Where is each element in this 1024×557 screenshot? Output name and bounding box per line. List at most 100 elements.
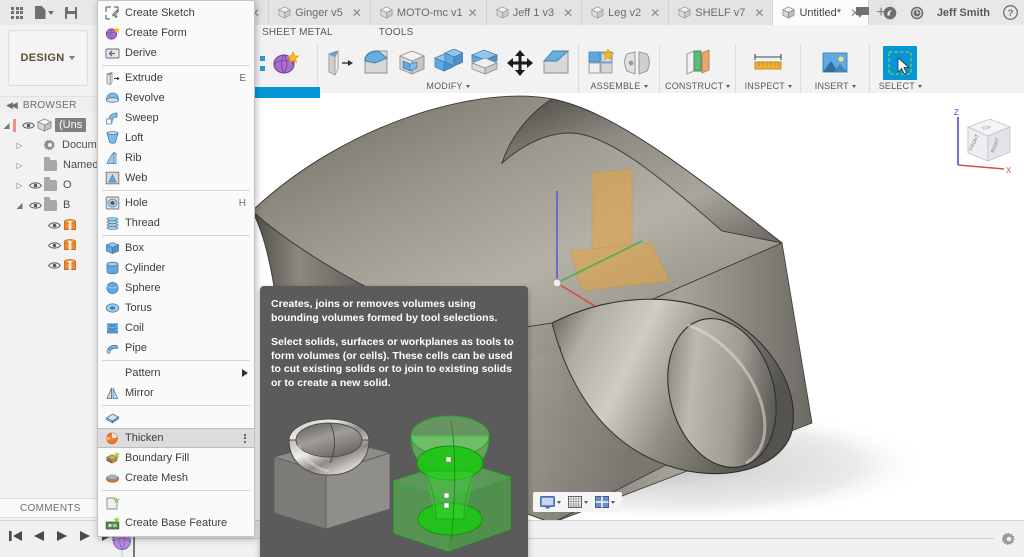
close-icon[interactable]: ✕ [650, 7, 660, 19]
step-forward-button[interactable] [78, 529, 92, 543]
timeline-settings-button[interactable] [1002, 532, 1016, 549]
view-cube[interactable]: Z X TOP FRONT RIGHT [946, 103, 1016, 177]
offset-face-button[interactable] [467, 46, 501, 80]
ribbon-tab-strip[interactable]: SHEET METAL TOOLS [250, 26, 425, 43]
panel-select-label[interactable]: SELECT [879, 81, 922, 91]
combine-button[interactable] [431, 46, 465, 80]
comment-icon[interactable] [855, 6, 870, 19]
quick-access-toolbar[interactable] [0, 0, 82, 25]
menu-item-cylinder[interactable]: Cylinder [98, 258, 254, 278]
expander-closed-icon[interactable]: ▷ [13, 141, 26, 150]
chamfer-button[interactable] [539, 46, 573, 80]
close-icon[interactable]: ✕ [352, 7, 362, 19]
menu-item-pattern[interactable]: Pattern [98, 363, 254, 383]
select-tool-button[interactable] [883, 46, 917, 80]
create-form-button[interactable] [268, 46, 302, 80]
menu-item-create-mesh[interactable]: Boundary Fill [98, 448, 254, 468]
document-tab-moto[interactable]: MOTO-mc v1 ✕ [371, 0, 487, 25]
press-pull-button[interactable] [323, 46, 357, 80]
panel-assemble-label[interactable]: ASSEMBLE [590, 81, 647, 91]
folder-icon [44, 160, 57, 171]
file-menu-button[interactable] [30, 2, 58, 24]
panel-construct-label[interactable]: CONSTRUCT [665, 81, 730, 91]
menu-item-create-mesh-section-sketch[interactable]: Create Mesh [98, 468, 254, 488]
menu-item-web[interactable]: Web [98, 168, 254, 188]
menu-item-box[interactable]: Box [98, 238, 254, 258]
construct-plane-button[interactable] [681, 46, 715, 80]
menu-item-derive[interactable]: Derive [98, 43, 254, 63]
coil-icon [103, 320, 121, 336]
visibility-toggle[interactable] [19, 121, 37, 130]
menu-item-rib[interactable]: Rib [98, 148, 254, 168]
menu-item-extrude[interactable]: Extrude E [98, 68, 254, 88]
menu-item-mirror[interactable]: Mirror [98, 383, 254, 403]
top-right-toolbar[interactable]: Jeff Smith ? [855, 0, 1018, 25]
panel-inspect-label[interactable]: INSPECT [745, 81, 792, 91]
visibility-toggle[interactable] [45, 261, 63, 270]
create-dropdown-menu[interactable]: Create Sketch Create Form Derive [97, 0, 255, 537]
display-settings-button[interactable] [537, 495, 564, 510]
shell-button[interactable] [395, 46, 429, 80]
create-sketch-icon [103, 5, 121, 21]
close-icon[interactable]: ✕ [563, 7, 573, 19]
menu-item-create-base-feature[interactable] [98, 493, 254, 513]
menu-item-torus[interactable]: Torus [98, 298, 254, 318]
menu-item-create-sketch[interactable]: Create Sketch [98, 3, 254, 23]
ribbon-tab-tools[interactable]: TOOLS [367, 26, 426, 43]
collapse-left-icon[interactable]: ◀◀ [6, 100, 16, 111]
menu-item-thread[interactable]: Thread [98, 213, 254, 233]
play-button[interactable] [55, 529, 69, 543]
move-copy-button[interactable] [503, 46, 537, 80]
menu-item-sweep[interactable]: Sweep [98, 108, 254, 128]
menu-item-revolve[interactable]: Revolve [98, 88, 254, 108]
close-icon[interactable]: ✕ [754, 7, 764, 19]
menu-item-pipe[interactable]: Pipe [98, 338, 254, 358]
menu-item-loft[interactable]: Loft [98, 128, 254, 148]
viewports-button[interactable] [592, 495, 618, 510]
joint-button[interactable] [620, 46, 654, 80]
menu-item-create-pcb[interactable]: Create Base Feature [98, 513, 254, 533]
file-icon [35, 6, 46, 19]
document-tab-leg[interactable]: Leg v2 ✕ [582, 0, 669, 25]
panel-insert-label[interactable]: INSERT [815, 81, 856, 91]
insert-image-button[interactable] [818, 46, 852, 80]
fillet-button[interactable] [359, 46, 393, 80]
help-icon[interactable]: ? [1003, 5, 1018, 20]
go-to-beginning-button[interactable] [8, 529, 23, 543]
save-button[interactable] [60, 2, 82, 24]
svg-text:Z: Z [954, 108, 959, 117]
menu-item-boundary-fill[interactable]: Thicken [98, 428, 254, 448]
expander-closed-icon[interactable]: ▷ [13, 161, 26, 170]
visibility-toggle[interactable] [26, 181, 44, 190]
new-component-button[interactable] [584, 46, 618, 80]
visibility-toggle[interactable] [45, 221, 63, 230]
visibility-toggle[interactable] [26, 201, 44, 210]
viewport-navigation-bar[interactable] [533, 492, 622, 512]
document-tab-ginger[interactable]: Ginger v5 ✕ [269, 0, 371, 25]
menu-item-create-form[interactable]: Create Form [98, 23, 254, 43]
overflow-menu-icon[interactable] [244, 434, 248, 443]
panel-modify-label[interactable]: MODIFY [426, 81, 469, 91]
visibility-toggle[interactable] [45, 241, 63, 250]
grid-snaps-button[interactable] [565, 495, 591, 510]
ribbon-tab-sheet-metal[interactable]: SHEET METAL [250, 26, 345, 43]
expander-closed-icon[interactable]: ▷ [13, 181, 26, 190]
measure-button[interactable] [751, 46, 785, 80]
user-name[interactable]: Jeff Smith [937, 7, 990, 19]
timeline-track[interactable] [110, 538, 994, 539]
expander-open-icon[interactable]: ◢ [0, 121, 13, 130]
expander-open-icon[interactable]: ◢ [13, 201, 26, 210]
step-back-button[interactable] [32, 529, 46, 543]
close-icon[interactable]: ✕ [468, 7, 478, 19]
document-tab-jeff1[interactable]: Jeff 1 v3 ✕ [487, 0, 582, 25]
workspace-switcher[interactable]: DESIGN [8, 30, 88, 86]
menu-item-thicken[interactable] [98, 408, 254, 428]
help-circle-icon[interactable] [883, 6, 897, 20]
menu-item-hole[interactable]: Hole H [98, 193, 254, 213]
menu-item-sphere[interactable]: Sphere [98, 278, 254, 298]
document-tab-strip[interactable]: ✕ Ginger v5 ✕ MOTO-mc v1 ✕ [243, 0, 893, 25]
app-grid-button[interactable] [6, 2, 28, 24]
recent-clock-icon[interactable] [910, 6, 924, 20]
document-tab-shelf[interactable]: SHELF v7 ✕ [669, 0, 773, 25]
menu-item-coil[interactable]: Coil [98, 318, 254, 338]
